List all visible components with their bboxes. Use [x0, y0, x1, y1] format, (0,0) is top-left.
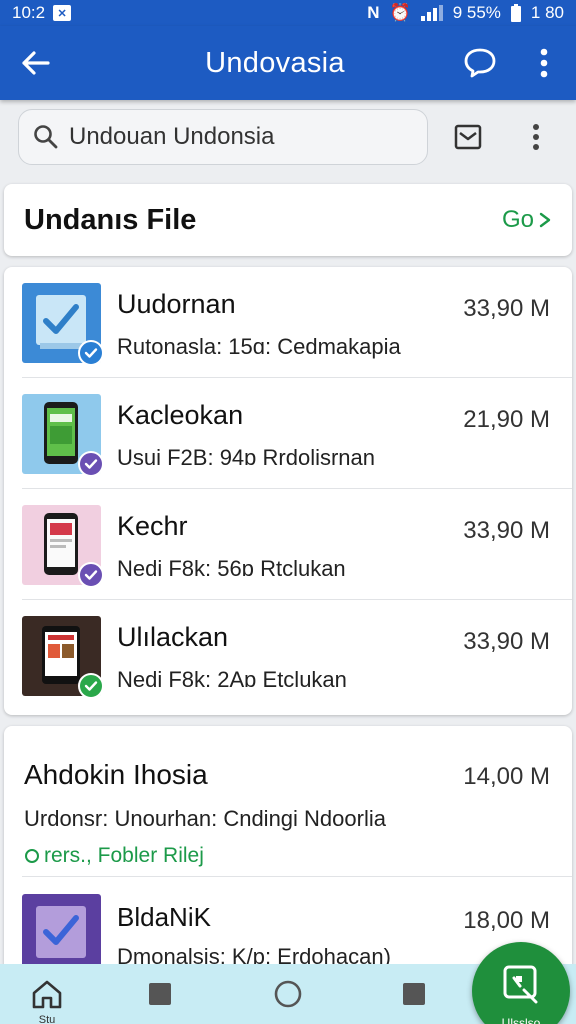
- file-size: 33,90 M: [463, 295, 550, 322]
- folder-size: 14,00 M: [463, 763, 550, 790]
- check-badge-icon: [78, 451, 104, 477]
- back-arrow-icon: [22, 51, 50, 75]
- file-thumbnail: [22, 894, 101, 974]
- file-size: 18,00 M: [463, 907, 550, 934]
- file-name: BldaNiK: [117, 902, 211, 932]
- square-icon: [403, 983, 425, 1005]
- go-link[interactable]: Go: [502, 206, 552, 234]
- app-bar: Undovasia: [0, 26, 576, 100]
- more-vert-icon: [533, 124, 539, 150]
- folder-link[interactable]: rers., Fobler Rilej: [24, 844, 204, 868]
- battery-percent: 9 55%: [452, 3, 501, 22]
- notification-icon: ✕: [53, 5, 72, 21]
- section-header: Undanıs File Go: [4, 184, 572, 256]
- file-meta: Usui F2B: 94ɒ Rrdolisrnan: [117, 445, 376, 470]
- chevron-right-icon: [539, 212, 551, 228]
- file-name: Ulılackan: [117, 622, 229, 652]
- back-button[interactable]: [0, 26, 72, 100]
- search-more-button[interactable]: [514, 112, 558, 162]
- row-divider: [22, 876, 572, 877]
- check-badge-icon: [78, 562, 104, 588]
- file-row[interactable]: Ulılackan Nedi F8k: 2Aɒ Etclukan 33,90 M: [4, 600, 572, 711]
- file-thumbnail: [22, 505, 104, 588]
- folder-link-label: rers., Fobler Rilej: [44, 844, 204, 867]
- file-thumbnail: [22, 283, 104, 366]
- folder-title: Ahdokin Ihosia: [24, 759, 208, 790]
- file-size: 33,90 M: [463, 628, 550, 655]
- file-size: 21,90 M: [463, 406, 550, 433]
- chat-button[interactable]: [448, 26, 512, 100]
- status-bar: 10:2 ✕ N ⏰ 9 55% 1 80: [0, 0, 576, 26]
- file-row[interactable]: Uudornan Rutonasla: 15ɑ: Cedmakapia 33,9…: [4, 267, 572, 378]
- file-name: Uudornan: [117, 289, 236, 319]
- file-row[interactable]: Kechr Nedi F8k: 56ɒ Rtclukan 33,90 M: [4, 489, 572, 600]
- nav-tab-4[interactable]: [392, 964, 436, 1024]
- refresh-icon: [25, 849, 39, 863]
- file-thumbnail: [22, 394, 104, 477]
- document-check-icon: [36, 906, 86, 958]
- inbox-icon: [454, 124, 482, 150]
- alarm-icon: ⏰: [389, 3, 411, 22]
- file-size: 33,90 M: [463, 517, 550, 544]
- file-thumbnail: [22, 616, 104, 699]
- file-meta: Rutonasla: 15ɑ: Cedmakapia: [117, 334, 401, 359]
- nav-tab-3[interactable]: [266, 964, 310, 1024]
- home-icon: [32, 980, 62, 1009]
- file-row[interactable]: Kacleokan Usui F2B: 94ɒ Rrdolisrnan 21,9…: [4, 378, 572, 489]
- nav-tab-2[interactable]: [138, 964, 182, 1024]
- section-title: Undanıs File: [24, 203, 197, 236]
- overflow-menu-button[interactable]: [512, 26, 576, 100]
- file-meta: Nedi F8k: 2Aɒ Etclukan: [117, 667, 347, 692]
- file-list: Uudornan Rutonasla: 15ɑ: Cedmakapia 33,9…: [4, 267, 572, 715]
- fab-label: Ulsslso: [501, 1016, 541, 1024]
- nav-home-label: Stu: [38, 1014, 56, 1024]
- square-icon: [149, 983, 171, 1005]
- circle-icon: [274, 980, 302, 1008]
- check-badge-icon: [78, 673, 104, 699]
- file-meta: Nedi F8k: 56ɒ Rtclukan: [117, 556, 346, 581]
- search-input[interactable]: Undouan Undonsia: [69, 123, 275, 151]
- file-name: Kechr: [117, 511, 188, 541]
- go-label: Go: [501, 206, 534, 233]
- file-name: Kacleokan: [117, 400, 244, 430]
- inbox-button[interactable]: [446, 112, 490, 162]
- more-vert-icon: [540, 48, 548, 78]
- battery-icon: [510, 4, 521, 22]
- status-time: 10:2: [12, 3, 46, 22]
- chat-bubble-icon: [464, 48, 496, 78]
- nfc-icon: N: [367, 3, 380, 22]
- search-bar[interactable]: Undouan Undonsia: [18, 109, 428, 165]
- check-badge-icon: [78, 340, 104, 366]
- signal-icon: [420, 5, 443, 21]
- upload-icon: [503, 965, 538, 1004]
- status-clock-right: 1 80: [530, 3, 564, 22]
- folder-subtitle: Urdonsr: Unourhan: Cndingi Ndoorlia: [24, 806, 386, 831]
- search-icon: [34, 125, 58, 149]
- nav-home[interactable]: Stu: [18, 964, 76, 1024]
- page-title: Undovasia: [205, 46, 345, 79]
